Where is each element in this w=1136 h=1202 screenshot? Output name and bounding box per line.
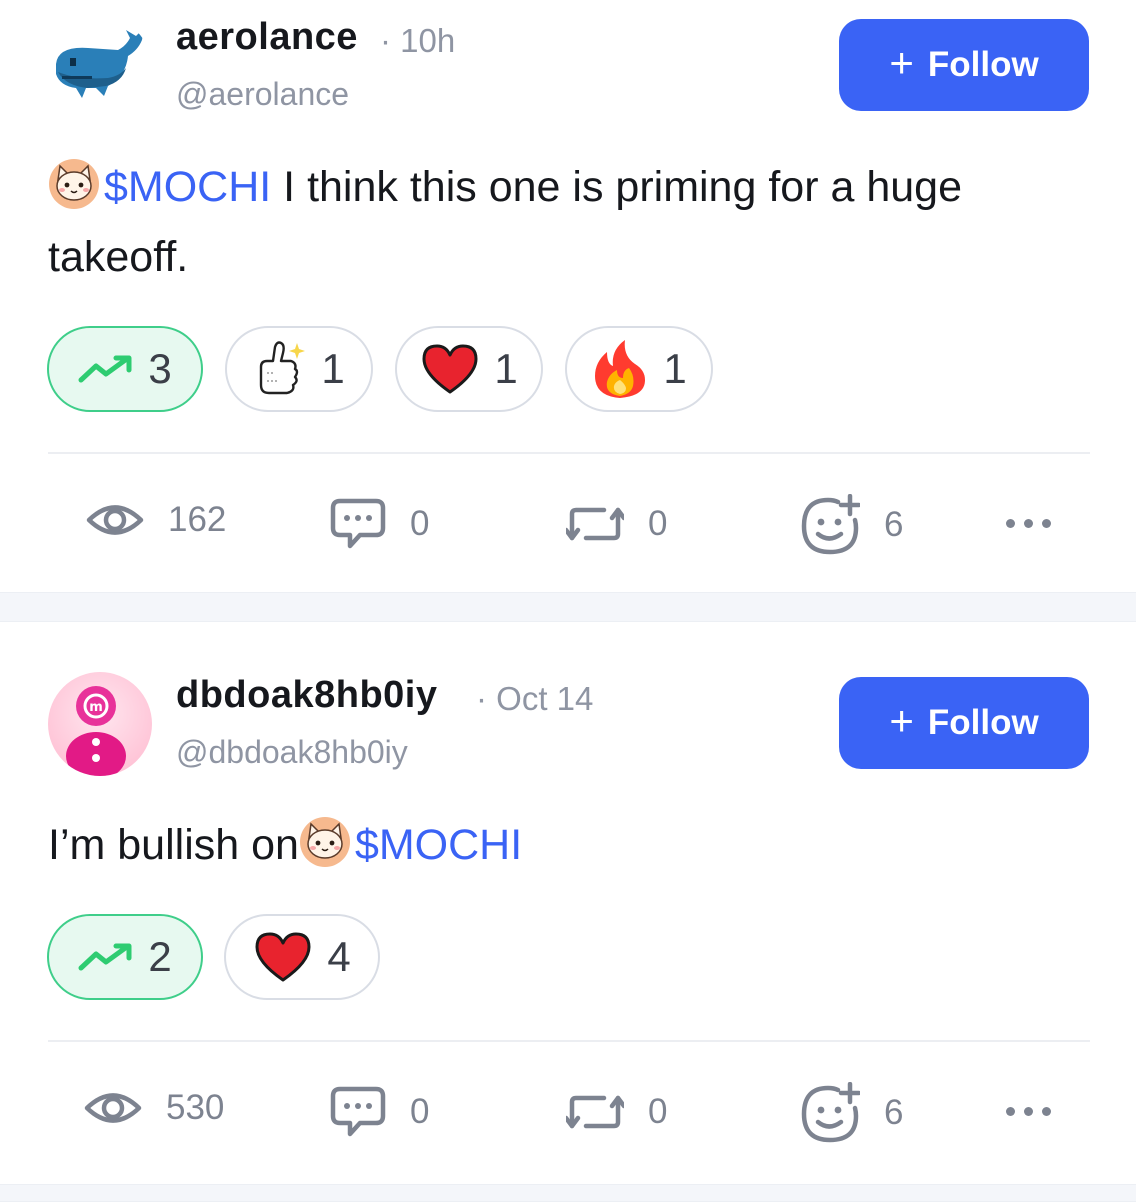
trending-up-icon: [78, 355, 132, 383]
reaction-heart[interactable]: 4: [224, 914, 380, 1000]
fire-icon: [595, 340, 646, 398]
reposts-count: 0: [648, 1092, 668, 1131]
repost-button[interactable]: 0: [566, 1088, 667, 1136]
comments-count: 0: [410, 1092, 430, 1131]
post-text: I’m bullish on $MOCHI: [48, 810, 1088, 880]
post-card[interactable]: m dbdoak8hb0iy · Oct 14 @dbdoak8hb0iy + …: [0, 622, 1136, 1184]
author-name[interactable]: dbdoak8hb0iy: [176, 674, 438, 717]
views-count: 530: [166, 1088, 225, 1127]
emoji-reactions-count: 6: [884, 1093, 904, 1132]
author-name[interactable]: aerolance: [176, 16, 358, 59]
reposts-count: 0: [648, 504, 668, 543]
post-text: $MOCHI I think this one is priming for a…: [48, 152, 1088, 292]
plus-icon: +: [889, 697, 914, 744]
trending-up-icon: [78, 943, 132, 971]
pink-mascot-avatar-icon: m: [48, 672, 152, 776]
avatar[interactable]: [48, 16, 152, 120]
reaction-heart[interactable]: 1: [395, 326, 543, 412]
eye-icon: [84, 1093, 142, 1123]
ticker-link[interactable]: $MOCHI: [355, 821, 522, 869]
text-prefix: I’m bullish on: [48, 821, 299, 869]
avatar[interactable]: m: [48, 672, 152, 776]
svg-text:m: m: [89, 700, 103, 715]
follow-label: Follow: [927, 45, 1039, 84]
reaction-count: 3: [148, 345, 172, 392]
reaction-count: 4: [327, 933, 351, 980]
author-handle: @dbdoak8hb0iy: [176, 734, 408, 770]
reaction-count: 1: [663, 345, 687, 392]
plus-icon: +: [889, 39, 914, 86]
repost-icon: [566, 507, 624, 541]
add-reaction-button[interactable]: 6: [798, 1082, 903, 1144]
heart-icon: [255, 932, 311, 982]
divider: [48, 1040, 1090, 1042]
post-separator: [0, 592, 1136, 622]
repost-button[interactable]: 0: [566, 500, 667, 548]
heart-icon: [422, 344, 478, 394]
more-dots-icon[interactable]: [1006, 1107, 1051, 1116]
whale-avatar-icon: [48, 16, 152, 120]
divider: [48, 452, 1090, 454]
reaction-fire[interactable]: 1: [565, 326, 713, 412]
post-time: · 10h: [380, 22, 456, 59]
views-count: 162: [168, 500, 227, 539]
reaction-trending[interactable]: 2: [47, 914, 203, 1000]
comment-icon: [330, 1086, 386, 1137]
reaction-count: 2: [148, 933, 172, 980]
mochi-cat-icon: [49, 159, 99, 209]
thumbs-up-icon: [260, 341, 306, 395]
views-stat[interactable]: 162: [86, 500, 226, 540]
comment-button[interactable]: 0: [330, 498, 429, 550]
mochi-cat-icon: [299, 817, 350, 867]
follow-label: Follow: [927, 703, 1039, 742]
emoji-reactions-count: 6: [884, 505, 904, 544]
views-stat[interactable]: 530: [84, 1088, 224, 1128]
follow-button[interactable]: + Follow: [839, 677, 1089, 769]
follow-button[interactable]: + Follow: [839, 19, 1089, 111]
comments-count: 0: [410, 504, 430, 543]
more-dots-icon[interactable]: [1006, 519, 1051, 528]
ticker-link[interactable]: $MOCHI: [104, 163, 271, 211]
eye-icon: [86, 505, 144, 535]
comment-button[interactable]: 0: [330, 1086, 429, 1138]
post-card[interactable]: aerolance · 10h @aerolance + Follow $MOC…: [0, 0, 1136, 592]
reaction-count: 1: [494, 345, 518, 392]
add-reaction-icon: [801, 494, 860, 555]
repost-icon: [566, 1095, 624, 1129]
reaction-thumbs-up[interactable]: 1: [225, 326, 373, 412]
post-time: · Oct 14: [476, 680, 594, 717]
reaction-count: 1: [321, 345, 345, 392]
reaction-trending[interactable]: 3: [47, 326, 203, 412]
post-separator: [0, 1184, 1136, 1202]
comment-icon: [330, 498, 386, 549]
add-reaction-icon: [801, 1082, 860, 1143]
author-handle: @aerolance: [176, 76, 350, 112]
add-reaction-button[interactable]: 6: [798, 494, 903, 556]
